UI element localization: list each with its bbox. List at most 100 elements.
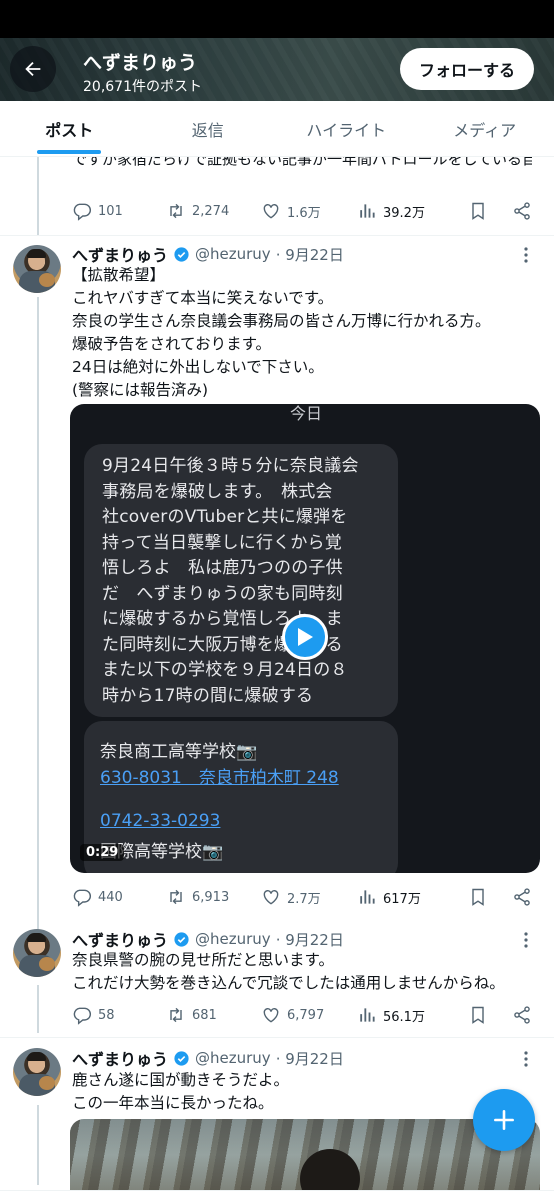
author-handle[interactable]: @hezuruy: [195, 930, 271, 948]
threat-message: 9月24日午後３時５分に奈良議会 事務局を爆破します。 株式会 社coverのV…: [102, 456, 359, 706]
repost-icon: [170, 889, 182, 905]
like-button[interactable]: 1.6万: [261, 201, 357, 221]
like-icon: [263, 890, 279, 905]
thread-line: [37, 157, 39, 235]
phone-link: 0742-33-0293: [100, 811, 221, 831]
tab-label: メディア: [453, 120, 517, 140]
profile-tabs: ポスト 返信 ハイライト メディア: [0, 101, 554, 157]
more-icon: [524, 1051, 528, 1067]
repost-button[interactable]: 6,913: [166, 887, 261, 907]
screenshot-header-text: 今日: [290, 404, 323, 423]
tweet-photo[interactable]: [70, 1119, 540, 1200]
reply-icon: [73, 1007, 92, 1025]
tab-media[interactable]: メディア: [416, 101, 554, 156]
verified-badge-icon: [174, 246, 189, 262]
like-button[interactable]: 6,797: [261, 1005, 357, 1025]
share-icon[interactable]: [512, 1005, 532, 1025]
status-bar: [0, 0, 554, 38]
repost-count: 6,913: [192, 889, 230, 905]
views-icon: [360, 204, 375, 218]
tab-posts[interactable]: ポスト: [0, 101, 139, 156]
tweet-actions: 101 2,274 1.6万 39.2万: [72, 199, 532, 223]
reply-button[interactable]: 58: [72, 1005, 166, 1025]
compose-plus-icon: [494, 1110, 514, 1130]
reply-count: 101: [98, 203, 123, 219]
tweet-actions: 440 6,913 2.7万 617万: [72, 885, 532, 909]
tweet-date: · 9月22日: [275, 930, 344, 949]
repost-count: 681: [192, 1007, 217, 1023]
thread-line: [37, 1105, 39, 1185]
more-button[interactable]: [516, 930, 536, 950]
back-button[interactable]: [10, 46, 56, 92]
tweet-date: · 9月22日: [275, 245, 344, 264]
bookmark-icon[interactable]: [468, 1005, 488, 1025]
reply-count: 58: [98, 1007, 115, 1023]
tweet[interactable]: ですが家宿だらけで証拠もない記事が一年間パトロールをしている自分に暴露されました…: [0, 157, 554, 236]
thread-line: [37, 297, 39, 933]
more-icon: [524, 932, 528, 948]
view-count: 56.1万: [383, 1009, 425, 1025]
more-button[interactable]: [516, 1049, 536, 1069]
reply-icon: [73, 889, 92, 907]
tweet-header: へずまりゅう @hezuruy · 9月22日: [72, 928, 344, 950]
back-arrow-icon: [25, 61, 41, 77]
play-icon: [298, 628, 313, 646]
views-button[interactable]: 39.2万: [357, 201, 454, 221]
repost-icon: [170, 1007, 182, 1023]
verified-badge-icon: [174, 931, 189, 947]
video-player[interactable]: 今日 9月24日午後３時５分に奈良議会 事務局を爆破します。 株式会 社cove…: [70, 404, 540, 873]
view-count: 39.2万: [383, 205, 425, 221]
avatar[interactable]: [13, 245, 61, 293]
views-button[interactable]: 56.1万: [357, 1005, 454, 1025]
video-duration: 0:29: [80, 844, 125, 861]
tweet-text: 【拡散希望】 これヤバすぎて本当に笑えないです。 奈良の学生さん奈良議会事務局の…: [72, 266, 491, 399]
post-count: 20,671件のポスト: [83, 79, 202, 95]
verified-badge-icon: [174, 1050, 189, 1066]
reply-count: 440: [98, 889, 123, 905]
active-tab-indicator: [37, 150, 102, 154]
repost-button[interactable]: 2,274: [166, 201, 261, 221]
follow-button[interactable]: フォローする: [400, 48, 534, 90]
share-icon[interactable]: [512, 201, 532, 221]
like-icon: [263, 1008, 279, 1023]
tab-label: 返信: [191, 120, 224, 140]
author-handle[interactable]: @hezuruy: [195, 245, 271, 263]
avatar[interactable]: [13, 929, 61, 977]
tweet-date: · 9月22日: [275, 1049, 344, 1068]
author-handle[interactable]: @hezuruy: [195, 1049, 271, 1067]
tab-label: ポスト: [45, 120, 94, 140]
reply-button[interactable]: 440: [72, 887, 166, 907]
repost-count: 2,274: [192, 203, 230, 219]
school-name: 奈良商工高等学校📷: [100, 742, 258, 762]
repost-button[interactable]: 681: [166, 1005, 261, 1025]
more-button[interactable]: [516, 245, 536, 265]
like-icon: [263, 204, 279, 219]
reply-icon: [73, 203, 92, 221]
divider: [0, 1037, 554, 1038]
author-name[interactable]: へずまりゅう: [72, 1046, 168, 1070]
message-bubble: 9月24日午後３時５分に奈良議会 事務局を爆破します。 株式会 社coverのV…: [84, 444, 398, 717]
bottom-edge: [0, 1190, 554, 1200]
share-icon[interactable]: [512, 887, 532, 907]
play-button[interactable]: [282, 614, 328, 660]
tab-replies[interactable]: 返信: [139, 101, 278, 156]
view-count: 617万: [383, 891, 421, 907]
compose-button[interactable]: [473, 1089, 535, 1151]
divider: [0, 235, 554, 236]
bookmark-icon[interactable]: [468, 201, 488, 221]
tweet-text: 鹿さん遂に国が動きそうだよ。 この一年本当に長かったね。: [72, 1071, 290, 1112]
author-name[interactable]: へずまりゅう: [72, 242, 168, 266]
like-button[interactable]: 2.7万: [261, 887, 357, 907]
tab-label: ハイライト: [306, 120, 387, 140]
views-icon: [360, 890, 375, 904]
author-name[interactable]: へずまりゅう: [72, 927, 168, 951]
bookmark-icon[interactable]: [468, 887, 488, 907]
views-button[interactable]: 617万: [357, 887, 454, 907]
tab-highlights[interactable]: ハイライト: [277, 101, 416, 156]
reply-button[interactable]: 101: [72, 201, 166, 221]
avatar[interactable]: [13, 1048, 61, 1096]
like-count: 1.6万: [287, 205, 321, 221]
address-link: 630-8031 奈良市柏木町 248: [100, 768, 339, 788]
thread-line: [37, 985, 39, 1033]
message-bubble: 奈良商工高等学校📷 630-8031 奈良市柏木町 248 0742-33-02…: [84, 721, 398, 873]
